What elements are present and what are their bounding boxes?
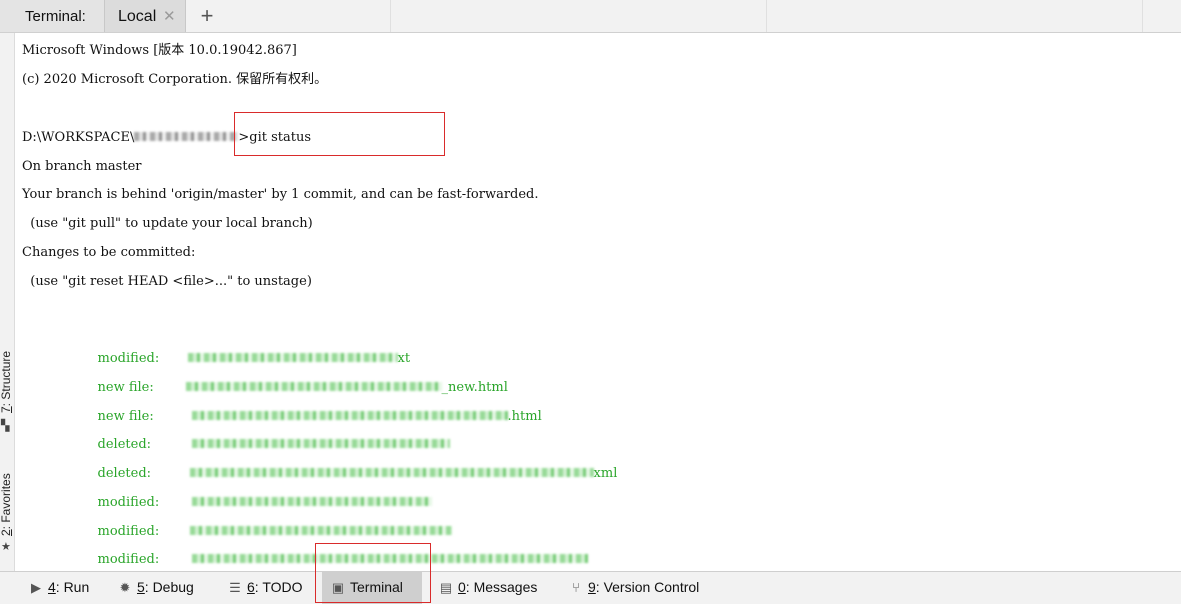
- run-tool-button[interactable]: ▶ 4: Run: [28, 572, 89, 604]
- change-row: modified:: [81, 473, 432, 510]
- list-icon: ☰: [229, 580, 241, 595]
- favorites-tool-button[interactable]: 2: Favorites: [0, 473, 13, 536]
- tab-bar-divider: [766, 0, 767, 32]
- terminal-line: On branch master: [22, 159, 142, 174]
- tab-bar-divider: [1142, 0, 1143, 32]
- structure-icon: ▚: [1, 420, 10, 432]
- tab-bar-divider: [390, 0, 391, 32]
- play-icon: ▶: [31, 580, 41, 595]
- structure-tool-button[interactable]: 7: Structure: [0, 351, 13, 413]
- terminal-line: Your branch is behind 'origin/master' by…: [22, 187, 539, 202]
- add-tab-button[interactable]: +: [195, 3, 219, 29]
- redacted-path: [134, 132, 239, 141]
- command-highlight-box: [234, 112, 445, 156]
- change-row: new file: .html: [97, 409, 542, 424]
- message-icon: ▤: [439, 580, 453, 595]
- left-tool-strip: 7: Structure ▚ 2: Favorites ★: [0, 33, 15, 571]
- version-control-tool-button[interactable]: ⑂ 9: Version Control: [568, 572, 699, 604]
- change-row: modified:: [81, 502, 452, 539]
- change-row: new file: _new.html: [97, 380, 508, 395]
- terminal-tab-bar: Terminal: Local ✕ +: [0, 0, 1181, 33]
- terminal-line: (use "git reset HEAD <file>..." to unsta…: [22, 274, 312, 289]
- terminal-line: (use "git pull" to update your local bra…: [22, 216, 313, 231]
- terminal-button-highlight-box: [315, 543, 431, 603]
- terminal-line: Microsoft Windows [版本 10.0.19042.867]: [22, 43, 297, 58]
- terminal-tool-title: Terminal:: [0, 0, 104, 32]
- tab-local[interactable]: Local ✕: [104, 0, 186, 32]
- debug-tool-button[interactable]: ✹ 5: Debug: [117, 572, 194, 604]
- terminal-line: (c) 2020 Microsoft Corporation. 保留所有权利。: [22, 72, 328, 87]
- branch-icon: ⑂: [572, 580, 580, 595]
- change-row: deleted: xml: [97, 466, 618, 481]
- bug-icon: ✹: [119, 580, 131, 595]
- tab-local-label: Local: [118, 8, 157, 25]
- star-icon: ★: [1, 541, 11, 553]
- messages-tool-button[interactable]: ▤ 0: Messages: [438, 572, 538, 604]
- change-row: modified: xt: [97, 351, 411, 366]
- terminal-output[interactable]: Microsoft Windows [版本 10.0.19042.867] (c…: [22, 36, 1172, 567]
- bottom-tool-bar: ▶ 4: Run ✹ 5: Debug ☰ 6: TODO ▣ Terminal ▤ 0:…: [0, 571, 1181, 604]
- todo-tool-button[interactable]: ☰ 6: TODO: [227, 572, 302, 604]
- change-row: deleted:: [81, 415, 450, 452]
- terminal-line: Changes to be committed:: [22, 245, 196, 260]
- close-icon[interactable]: ✕: [163, 0, 176, 34]
